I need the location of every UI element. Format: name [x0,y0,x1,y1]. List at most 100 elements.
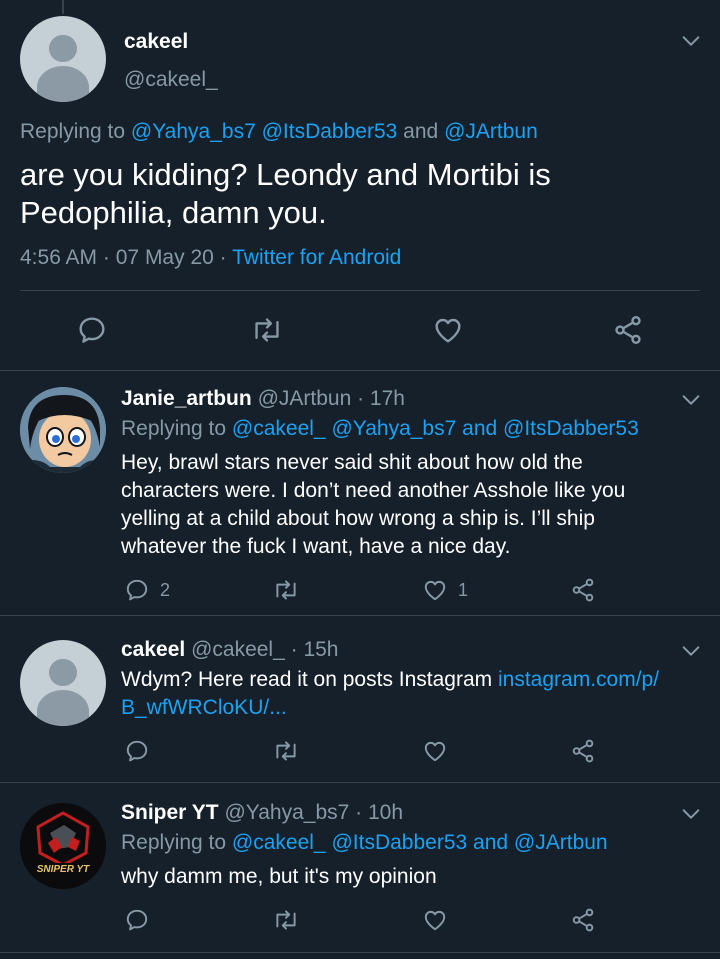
replying-to: Replying to @cakeel_ @Yahya_bs7 and @Its… [121,417,639,441]
replying-to: Replying to @Yahya_bs7 @ItsDabber53 and … [20,120,538,144]
replying-and: and [403,120,439,143]
instagram-link[interactable]: B_wfWRCloKU/... [121,694,681,722]
like-button[interactable] [422,907,448,933]
tweet-actions [0,312,720,352]
tweet-age: · 10h [355,801,404,824]
retweet-button[interactable] [250,314,284,346]
tweet-age: · 15h [290,638,339,661]
meta-dot: · [219,246,227,269]
share-icon [612,314,644,346]
author-handle[interactable]: @JArtbun [258,387,352,410]
author-name[interactable]: cakeel [124,30,188,54]
mention-link[interactable]: @JArtbun [444,120,538,143]
share-button[interactable] [570,907,596,933]
reply-button[interactable] [76,314,108,346]
tweet-text: why damm me, but it's my opinion [121,863,681,891]
like-icon [422,577,448,603]
reply-icon [124,577,150,603]
chevron-down-icon[interactable] [680,640,702,662]
tweet-text-line: are you kidding? Leondy and Mortibi is [20,157,551,192]
like-icon [432,314,464,346]
mention-link[interactable]: @ItsDabber53 [262,120,398,143]
mention-link[interactable]: @cakeel_ [232,417,326,440]
replying-prefix: Replying to [121,831,227,854]
tweet-text: Hey, brawl stars never said shit about h… [121,449,681,561]
reply-icon [76,314,108,346]
tweet-text: are you kidding? Leondy and Mortibi is P… [20,156,660,232]
mention-link[interactable]: @JArtbun [514,831,608,854]
author-name[interactable]: cakeel [121,638,185,661]
mention-link[interactable]: @Yahya_bs7 [131,120,256,143]
replying-to: Replying to @cakeel_ @ItsDabber53 and @J… [121,831,608,855]
reply-button[interactable]: 2 [124,577,170,603]
reply-header: Sniper YT @Yahya_bs7 · 10h [121,801,403,825]
main-tweet: cakeel @cakeel_ Replying to @Yahya_bs7 @… [0,0,720,370]
share-button[interactable] [570,738,596,764]
retweet-button[interactable] [272,907,300,933]
chevron-down-icon[interactable] [680,389,702,411]
reply-button[interactable] [124,738,150,764]
avatar[interactable] [20,640,106,726]
reply-tweet[interactable]: Janie_artbun @JArtbun · 17h Replying to … [0,371,720,615]
retweet-icon [272,738,300,764]
reply-icon [124,907,150,933]
tweet-source[interactable]: Twitter for Android [232,246,401,269]
author-name[interactable]: Janie_artbun [121,387,252,410]
mention-link[interactable]: @cakeel_ [232,831,326,854]
replying-prefix: Replying to [121,417,227,440]
retweet-button[interactable] [272,738,300,764]
tweet-text-line: Hey, brawl stars never said shit about h… [121,451,583,474]
like-icon [422,907,448,933]
replying-and: and [462,417,498,440]
tweet-age: · 17h [357,387,405,410]
share-icon [570,577,596,603]
share-icon [570,738,596,764]
tweet-time: 4:56 AM [20,246,98,269]
author-handle[interactable]: @cakeel_ [124,68,218,92]
meta-dot: · [102,246,110,269]
retweet-button[interactable] [272,577,300,603]
mention-link[interactable]: @ItsDabber53 [331,831,467,854]
like-button[interactable] [422,738,448,764]
like-button[interactable] [432,314,464,346]
divider [20,290,700,291]
tweet-date: 07 May 20 [115,246,214,269]
replying-prefix: Replying to [20,120,126,143]
chevron-down-icon[interactable] [680,30,702,52]
author-handle[interactable]: @Yahya_bs7 [224,801,349,824]
share-button[interactable] [612,314,644,346]
retweet-icon [272,577,300,603]
reply-icon [124,738,150,764]
like-icon [422,738,448,764]
share-button[interactable] [570,577,596,603]
avatar[interactable] [20,387,106,473]
reply-tweet[interactable]: cakeel @cakeel_ · 15h Wdym? Here read it… [0,616,720,782]
tweet-meta: 4:56 AM · 07 May 20 · Twitter for Androi… [20,246,401,270]
tweet-text-line: why damm me, but it's my opinion [121,865,437,888]
avatar[interactable]: SNIPER YT [20,803,106,889]
divider [0,952,720,953]
tweet-text: Wdym? Here read it on posts Instagram in… [121,666,681,722]
like-count: 1 [458,579,469,600]
author-handle[interactable]: @cakeel_ [191,638,285,661]
mention-link[interactable]: @Yahya_bs7 [331,417,456,440]
tweet-text-line: Pedophilia, damn you. [20,195,327,230]
replying-and: and [473,831,509,854]
tweet-text-line: characters were. I don’t need another As… [121,479,626,502]
avatar[interactable] [20,16,106,102]
retweet-icon [272,907,300,933]
reply-count: 2 [160,579,171,600]
tweet-text-line: Wdym? Here read it on posts Instagram in… [121,666,681,694]
instagram-link[interactable]: instagram.com/p/ [498,668,659,691]
tweet-text-span: Wdym? Here read it on posts Instagram [121,668,493,691]
reply-header: cakeel @cakeel_ · 15h [121,638,339,662]
mention-link[interactable]: @ItsDabber53 [503,417,639,440]
retweet-icon [250,314,284,346]
like-button[interactable]: 1 [422,577,468,603]
reply-button[interactable] [124,907,150,933]
tweet-text-line: yelling at a child about how wrong a shi… [121,507,595,530]
tweet-text-line: whatever the fuck I want, have a nice da… [121,535,511,558]
reply-tweet[interactable]: SNIPER YT Sniper YT @Yahya_bs7 · 10h Rep… [0,783,720,959]
author-name[interactable]: Sniper YT [121,801,219,824]
chevron-down-icon[interactable] [680,803,702,825]
